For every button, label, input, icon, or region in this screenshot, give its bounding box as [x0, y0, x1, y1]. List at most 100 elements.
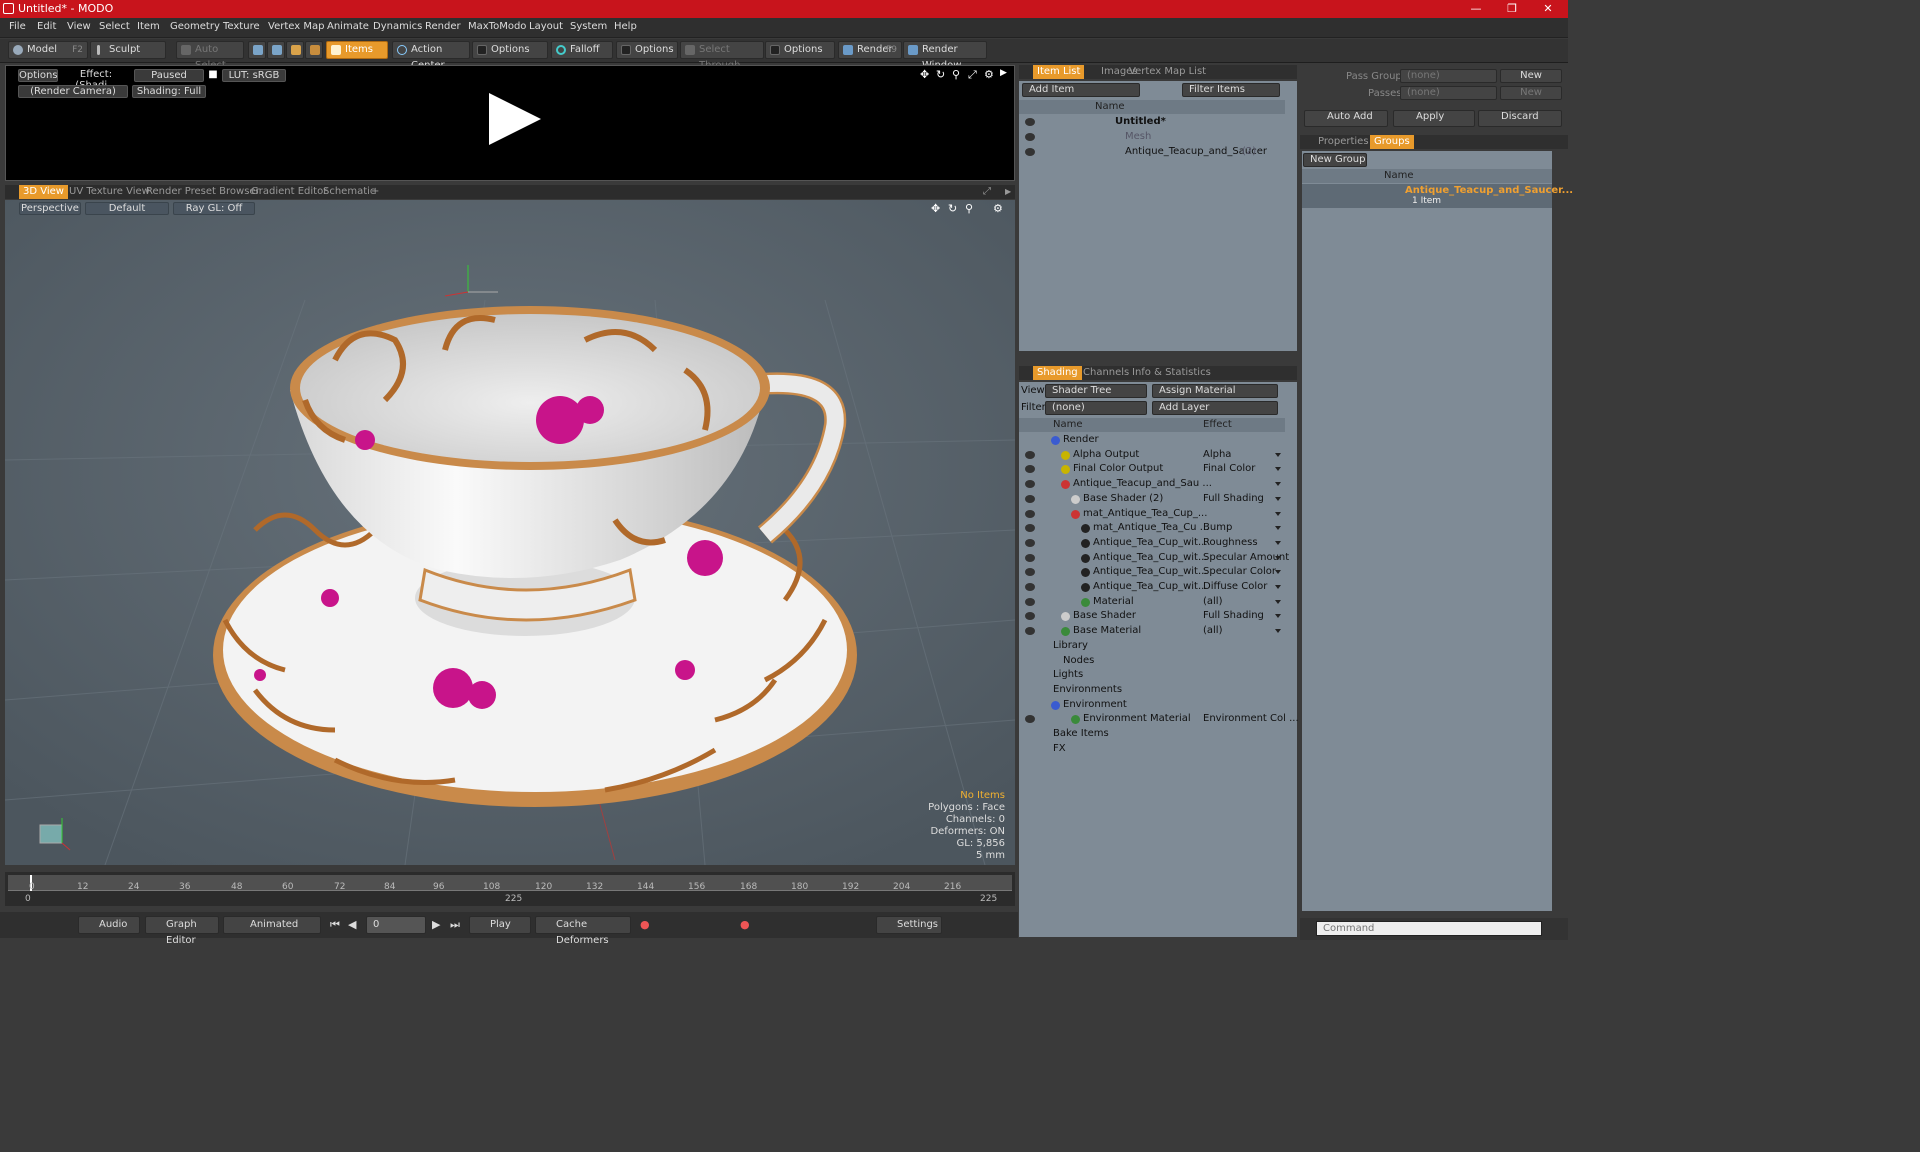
shader-tree-row[interactable]: Bake Items [1019, 727, 1285, 742]
shader-tree-row[interactable]: Render [1019, 433, 1285, 448]
tab-3d-view[interactable]: 3D View [19, 185, 68, 199]
chevron-down-icon[interactable] [1275, 452, 1281, 457]
next-frame-icon[interactable]: ▶ [432, 918, 440, 931]
cache-deformers-button[interactable]: Cache Deformers [535, 916, 631, 946]
play-icon[interactable] [489, 93, 541, 145]
eye-icon[interactable] [1025, 118, 1035, 126]
first-frame-icon[interactable]: ⏮ [330, 918, 340, 932]
tab-render-preset-browser[interactable]: Render Preset Browser [142, 185, 264, 199]
menu-file[interactable]: File [9, 21, 26, 32]
filter-dropdown[interactable]: (none) [1045, 401, 1147, 415]
action-center-options-button[interactable]: Options [472, 41, 548, 59]
layer-effect[interactable]: Environment Col ... [1203, 712, 1299, 726]
menu-animate[interactable]: Animate [327, 21, 369, 32]
maximize-icon[interactable]: ❐ [1494, 0, 1530, 18]
shader-tree-row[interactable]: FX [1019, 742, 1285, 757]
graph-editor-button[interactable]: Graph Editor [145, 916, 219, 946]
zoom-icon[interactable]: ⚲ [965, 202, 973, 215]
rotate-icon[interactable]: ↻ [936, 68, 945, 81]
lut-dropdown[interactable]: LUT: sRGB [222, 69, 286, 82]
move-icon[interactable]: ✥ [920, 68, 929, 81]
apply-button[interactable]: Apply [1393, 110, 1475, 127]
shader-tree-row[interactable]: Antique_Tea_Cup_wit... Roughness [1019, 536, 1285, 551]
close-icon[interactable]: ✕ [1530, 0, 1566, 18]
select-through-button[interactable]: Select Through [680, 41, 764, 71]
layer-effect[interactable]: (all) [1203, 624, 1223, 638]
discard-button[interactable]: Discard [1478, 110, 1562, 127]
preview-effect-dropdown[interactable]: Effect: (Shadi... [61, 69, 131, 91]
list-item[interactable]: Untitled* [1019, 115, 1285, 130]
shader-tree-row[interactable]: Alpha Output Alpha [1019, 448, 1285, 463]
shader-tree-row[interactable]: Material (all) [1019, 595, 1285, 610]
shader-tree-row[interactable]: Base Shader Full Shading [1019, 609, 1285, 624]
shader-tree-row[interactable]: Lights [1019, 668, 1285, 683]
shader-tree-row[interactable]: Antique_Tea_Cup_wit... Diffuse Color [1019, 580, 1285, 595]
menu-dynamics[interactable]: Dynamics [373, 21, 422, 32]
render-camera-dropdown[interactable]: (Render Camera) [18, 85, 128, 98]
preview-options-button[interactable]: Options [18, 69, 58, 82]
panel-menu-icon[interactable]: ▶ [1001, 185, 1015, 199]
view-dropdown[interactable]: Shader Tree [1045, 384, 1147, 398]
orbit-icon[interactable]: ↻ [948, 202, 957, 215]
chevron-down-icon[interactable] [1275, 511, 1281, 516]
select-polygons-button[interactable] [286, 41, 304, 59]
shader-tree-row[interactable]: Library [1019, 639, 1285, 654]
layer-effect[interactable]: Final Color [1203, 462, 1255, 476]
command-input[interactable] [1316, 921, 1542, 936]
shading-dropdown[interactable]: Shading: Full [132, 85, 206, 98]
new-pass-button[interactable]: New [1500, 86, 1562, 100]
assign-material-button[interactable]: Assign Material [1152, 384, 1278, 398]
animated-dropdown[interactable]: Animated [223, 916, 321, 934]
layer-effect[interactable]: Alpha [1203, 448, 1231, 462]
pass-groups-dropdown[interactable]: (none) [1400, 69, 1497, 83]
shader-tree-row[interactable]: Environment Material Environment Col ... [1019, 712, 1299, 727]
menu-edit[interactable]: Edit [37, 21, 56, 32]
timeline[interactable]: 0 12 24 36 48 60 72 84 96 108 120 132 14… [5, 872, 1015, 906]
shader-tree-row[interactable]: Final Color Output Final Color [1019, 462, 1285, 477]
render-window-button[interactable]: Render Window [903, 41, 987, 71]
shader-tree-row[interactable]: Environments [1019, 683, 1285, 698]
filter-items-input[interactable]: Filter Items [1182, 83, 1280, 97]
tab-info-statistics[interactable]: Info & Statistics [1128, 366, 1215, 380]
select-through-options-button[interactable]: Options [765, 41, 835, 59]
sculpt-mode-button[interactable]: Sculpt [90, 41, 166, 59]
record-icon[interactable]: ● [640, 918, 650, 931]
expand-arrow-icon[interactable]: ▶ [1000, 68, 1007, 78]
shader-tree-row[interactable]: Antique_Tea_Cup_wit... Specular Color [1019, 565, 1285, 580]
chevron-down-icon[interactable] [1275, 467, 1281, 472]
eye-icon[interactable] [1025, 450, 1035, 459]
chevron-down-icon[interactable] [1275, 482, 1281, 487]
falloff-options-button[interactable]: Options [616, 41, 678, 59]
select-edges-button[interactable] [267, 41, 285, 59]
shader-tree-row[interactable]: mat_Antique_Tea_Cup_... [1019, 507, 1285, 522]
layer-effect[interactable]: Full Shading [1203, 492, 1264, 506]
list-item[interactable]: Antique_Teacup_and_Saucer (2) [1019, 145, 1285, 160]
new-group-button[interactable]: New Group [1303, 153, 1367, 167]
minimize-icon[interactable]: — [1458, 0, 1494, 18]
menu-layout[interactable]: Layout [529, 21, 563, 32]
tab-item-list[interactable]: Item List [1033, 65, 1085, 79]
auto-key-icon[interactable]: ● [740, 918, 750, 931]
eye-icon[interactable] [1025, 538, 1035, 547]
play-button[interactable]: Play [469, 916, 531, 934]
gear-icon[interactable]: ⚙ [984, 68, 994, 81]
eye-icon[interactable] [1025, 524, 1035, 533]
raygl-dropdown[interactable]: Ray GL: Off [173, 202, 255, 215]
eye-icon[interactable] [1025, 597, 1035, 606]
eye-icon[interactable] [1025, 583, 1035, 591]
eye-icon[interactable] [1025, 715, 1035, 724]
menu-select[interactable]: Select [99, 21, 130, 32]
chevron-down-icon[interactable] [1275, 629, 1281, 634]
maximize-panel-icon[interactable]: ⤢ [979, 185, 995, 199]
add-tab-icon[interactable]: + [367, 185, 383, 199]
menu-texture[interactable]: Texture [223, 21, 260, 32]
passes-dropdown[interactable]: (none) [1400, 86, 1497, 100]
eye-icon[interactable] [1025, 480, 1035, 489]
menu-geometry[interactable]: Geometry [170, 21, 220, 32]
style-dropdown[interactable]: Default [85, 202, 169, 215]
shader-tree-row[interactable]: Nodes [1019, 654, 1285, 669]
shader-tree-row[interactable]: Base Shader (2) Full Shading [1019, 492, 1285, 507]
menu-item[interactable]: Item [137, 21, 160, 32]
menu-vertex-map[interactable]: Vertex Map [268, 21, 324, 32]
3d-viewport[interactable]: Perspective Default Ray GL: Off ✥ ↻ ⚲ ⚙ … [5, 200, 1015, 865]
